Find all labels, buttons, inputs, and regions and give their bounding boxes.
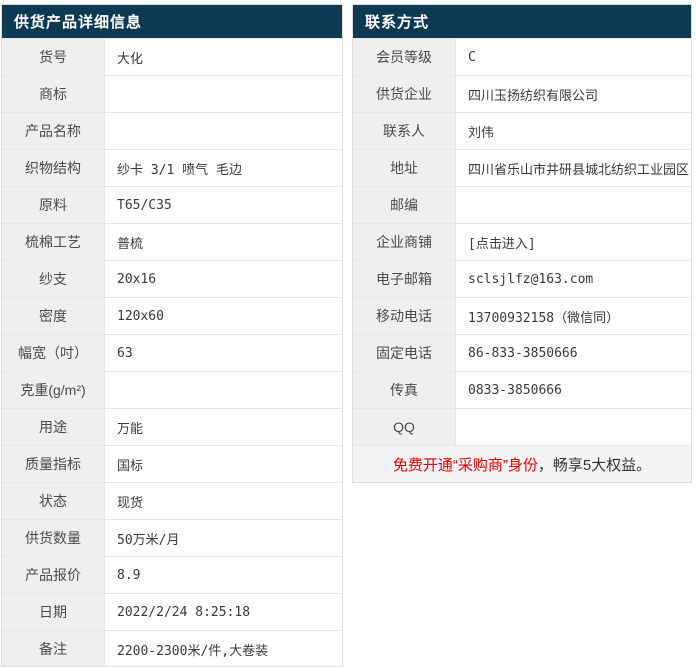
table-row: 固定电话 86-833-3850666: [353, 334, 691, 371]
table-row: 用途 万能: [2, 408, 342, 445]
field-label: QQ: [353, 409, 456, 445]
table-row: 状态 现货: [2, 482, 342, 519]
field-label: 备注: [2, 631, 105, 667]
buyer-promo-red-text: 免费开通“采购商”身份: [392, 456, 538, 474]
field-label: 纱支: [2, 261, 105, 297]
field-value: 四川玉扬纺织有限公司: [468, 88, 599, 104]
contact-table-rows: 会员等级 C 供货企业 四川玉扬纺织有限公司 联系人 刘伟 地址 四川省乐山市井…: [353, 38, 691, 445]
field-label: 电子邮箱: [353, 261, 456, 297]
table-row: 移动电话 13700932158（微信同）: [353, 297, 691, 334]
field-value: [105, 76, 342, 112]
table-row: 产品名称: [2, 112, 342, 149]
field-value: C: [468, 49, 476, 65]
field-value: 普梳: [117, 236, 144, 252]
field-label: 织物结构: [2, 150, 105, 186]
field-label: 幅宽（吋）: [2, 335, 105, 371]
table-row: 货号 大化: [2, 38, 342, 75]
field-value: 现货: [117, 495, 144, 511]
field-value: 纱卡 3/1 喷气 毛边: [117, 162, 242, 178]
field-value: 8.9: [117, 567, 141, 583]
table-row: 原料 T65/C35: [2, 186, 342, 223]
table-row: 产品报价 8.9: [2, 556, 342, 593]
field-value: 0833-3850666: [468, 382, 562, 398]
field-value: 50万米/月: [117, 532, 180, 548]
product-table-header: 供货产品详细信息: [2, 5, 342, 38]
field-value: 2022/2/24 8:25:18: [117, 604, 251, 620]
table-row: 克重(g/m²): [2, 371, 342, 408]
field-label: 克重(g/m²): [2, 372, 105, 408]
shop-enter-link[interactable]: [点击进入]: [456, 224, 691, 260]
field-value: 四川省乐山市井研县城北纺织工业园区: [468, 162, 690, 178]
field-label: 会员等级: [353, 39, 456, 75]
table-row: 地址 四川省乐山市井研县城北纺织工业园区: [353, 149, 691, 186]
field-value: 国标: [117, 458, 144, 474]
field-value: [456, 187, 691, 223]
field-label: 质量指标: [2, 446, 105, 482]
field-value: 大化: [117, 51, 144, 67]
field-label: 日期: [2, 594, 105, 630]
field-label: 联系人: [353, 113, 456, 149]
field-value: sclsjlfz@163.com: [468, 271, 594, 287]
table-row: 纱支 20x16: [2, 260, 342, 297]
field-label: 产品报价: [2, 557, 105, 593]
table-row: 邮编: [353, 186, 691, 223]
table-row: 商标: [2, 75, 342, 112]
table-row: QQ: [353, 408, 691, 445]
table-row: 织物结构 纱卡 3/1 喷气 毛边: [2, 149, 342, 186]
field-value: 63: [117, 345, 133, 361]
table-row: 企业商铺 [点击进入]: [353, 223, 691, 260]
table-row: 幅宽（吋） 63: [2, 334, 342, 371]
product-info-table: 供货产品详细信息 货号 大化 商标 产品名称 织物结构 纱卡 3/1 喷气 毛边…: [1, 4, 343, 667]
table-row: 联系人 刘伟: [353, 112, 691, 149]
field-value: T65/C35: [117, 197, 172, 213]
table-row: 供货数量 50万米/月: [2, 519, 342, 556]
table-row: 备注 2200-2300米/件,大卷装: [2, 630, 342, 667]
field-value: [105, 113, 342, 149]
field-label: 密度: [2, 298, 105, 334]
table-row: 会员等级 C: [353, 38, 691, 75]
contact-info-table: 联系方式 会员等级 C 供货企业 四川玉扬纺织有限公司 联系人 刘伟 地址 四川…: [352, 4, 692, 483]
field-value: 2200-2300米/件,大卷装: [117, 643, 269, 659]
field-label: 地址: [353, 150, 456, 186]
field-label: 固定电话: [353, 335, 456, 371]
field-label: 供货企业: [353, 76, 456, 112]
field-label: 货号: [2, 39, 105, 75]
table-row: 密度 120x60: [2, 297, 342, 334]
field-value: 120x60: [117, 308, 164, 324]
field-value: 20x16: [117, 271, 157, 287]
table-row: 质量指标 国标: [2, 445, 342, 482]
contact-table-header: 联系方式: [353, 5, 691, 38]
table-row: 梳棉工艺 普梳: [2, 223, 342, 260]
contact-table-title: 联系方式: [365, 14, 430, 31]
field-value: 刘伟: [468, 125, 495, 141]
field-label: 梳棉工艺: [2, 224, 105, 260]
table-row: 传真 0833-3850666: [353, 371, 691, 408]
product-table-title: 供货产品详细信息: [14, 14, 143, 31]
field-label: 用途: [2, 409, 105, 445]
field-label: 传真: [353, 372, 456, 408]
field-label: 供货数量: [2, 520, 105, 556]
table-row: 供货企业 四川玉扬纺织有限公司: [353, 75, 691, 112]
field-label: 产品名称: [2, 113, 105, 149]
field-value: 万能: [117, 421, 144, 437]
table-row: 电子邮箱 sclsjlfz@163.com: [353, 260, 691, 297]
field-value: [105, 372, 342, 408]
table-row: 日期 2022/2/24 8:25:18: [2, 593, 342, 630]
buyer-promo-banner: 免费开通“采购商”身份 ，畅享5大权益。: [353, 445, 691, 482]
field-value: 13700932158（微信同）: [468, 310, 620, 326]
field-value: 86-833-3850666: [468, 345, 578, 361]
field-label: 商标: [2, 76, 105, 112]
supplier-product-page: 供货产品详细信息 货号 大化 商标 产品名称 织物结构 纱卡 3/1 喷气 毛边…: [0, 0, 696, 667]
field-value: [456, 409, 691, 445]
buyer-promo-normal-text: ，畅享5大权益。: [537, 456, 652, 474]
field-label: 企业商铺: [353, 224, 456, 260]
field-label: 邮编: [353, 187, 456, 223]
field-label: 原料: [2, 187, 105, 223]
field-label: 状态: [2, 483, 105, 519]
product-table-rows: 货号 大化 商标 产品名称 织物结构 纱卡 3/1 喷气 毛边 原料 T65/C…: [2, 38, 342, 667]
field-label: 移动电话: [353, 298, 456, 334]
